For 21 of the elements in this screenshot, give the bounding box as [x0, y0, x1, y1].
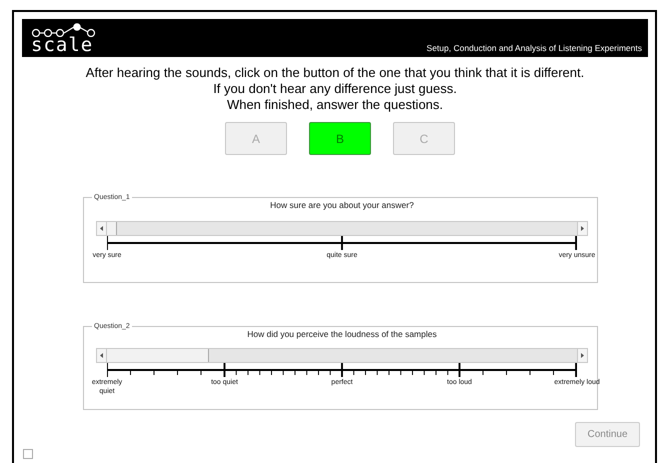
instruction-text: When finished, answer the questions. — [226, 97, 444, 113]
slider-thumb[interactable] — [107, 222, 117, 235]
question-text: How sure are you about your answer? — [269, 200, 415, 210]
header-subtitle: Setup, Conduction and Analysis of Listening Experiments — [426, 43, 642, 54]
instruction-text: If you don't hear any difference just guess. — [213, 81, 457, 97]
instruction-text: After hearing the sounds, click on the button of the one that you think that it is different. — [86, 65, 584, 81]
choice-button[interactable]: B — [309, 122, 371, 155]
right-arrow-icon — [581, 226, 584, 231]
scroll-right-button[interactable] — [577, 348, 588, 363]
scroll-left-button[interactable] — [96, 221, 107, 236]
scroll-left-button[interactable] — [96, 348, 107, 363]
choice-button[interactable]: C — [393, 122, 455, 155]
left-arrow-icon — [100, 226, 103, 231]
choice-button[interactable]: A — [225, 122, 287, 155]
checkbox[interactable] — [23, 449, 33, 459]
logo-text: scale — [31, 37, 94, 54]
right-arrow-icon — [581, 353, 584, 358]
question-text: How did you perceive the loudness of the samples — [246, 329, 438, 339]
scroll-right-button[interactable] — [577, 221, 588, 236]
slider-thumb[interactable] — [107, 349, 209, 362]
left-arrow-icon — [100, 353, 103, 358]
